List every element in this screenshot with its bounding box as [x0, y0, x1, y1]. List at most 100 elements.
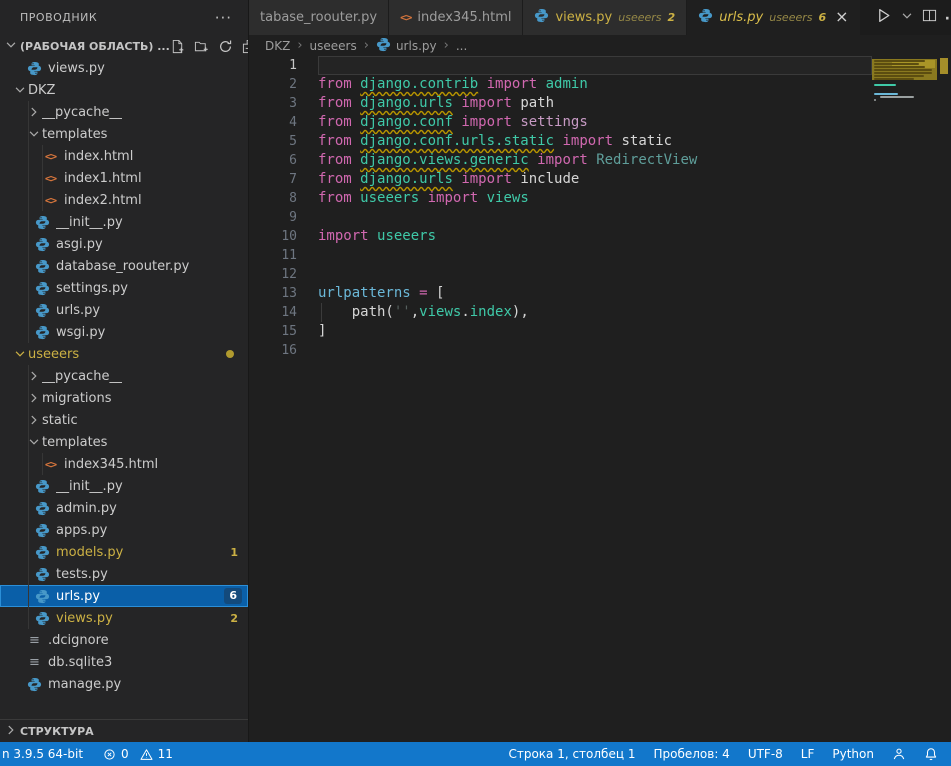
line-number: 16: [249, 341, 318, 360]
python-icon: [34, 611, 51, 626]
tree-folder-DKZ[interactable]: DKZ: [0, 79, 248, 101]
status-eol[interactable]: LF: [801, 747, 815, 761]
tree-folder-__pycache__[interactable]: __pycache__: [0, 101, 248, 123]
tree-file-index2.html[interactable]: <>index2.html: [0, 189, 248, 211]
workspace-section-header[interactable]: (РАБОЧАЯ ОБЛАСТЬ) ...: [0, 35, 248, 57]
code-line[interactable]: [318, 265, 872, 284]
code-line[interactable]: from django.conf import settings: [318, 113, 872, 132]
tree-file-.dcignore[interactable]: ≡.dcignore: [0, 629, 248, 651]
tree-file-apps.py[interactable]: apps.py: [0, 519, 248, 541]
tree-file-index1.html[interactable]: <>index1.html: [0, 167, 248, 189]
status-problems[interactable]: 011: [103, 747, 173, 761]
python-icon: [34, 501, 51, 516]
tree-file-urls.py[interactable]: urls.py: [0, 299, 248, 321]
html-icon: <>: [400, 10, 411, 25]
minimap-line: [874, 72, 932, 74]
code-line[interactable]: ]: [318, 322, 872, 341]
code-token: RedirectView: [596, 152, 697, 168]
status-cursor-position[interactable]: Строка 1, столбец 1: [508, 747, 635, 761]
tab-views[interactable]: views.pyuseeers2: [523, 0, 687, 35]
tree-file-manage.py[interactable]: manage.py: [0, 673, 248, 695]
code-line[interactable]: from useeers import views: [318, 189, 872, 208]
split-editor-button[interactable]: [920, 6, 939, 29]
tree-file-__init__.py[interactable]: __init__.py: [0, 475, 248, 497]
code-token: import: [537, 152, 596, 168]
tree-item-label: index.html: [64, 149, 133, 164]
status-encoding[interactable]: UTF-8: [748, 747, 783, 761]
code-line[interactable]: [318, 208, 872, 227]
line-number-gutter: 12345678910111213141516: [249, 56, 318, 360]
code-area[interactable]: from django.contrib import adminfrom dja…: [318, 56, 872, 360]
breadcrumb-separator: ›: [444, 38, 449, 53]
code-line[interactable]: import useeers: [318, 227, 872, 246]
overview-ruler[interactable]: [937, 56, 951, 742]
status-python-interpreter[interactable]: n 3.9.5 64-bit: [2, 747, 83, 761]
minimap-line: [874, 93, 898, 95]
tab-database-roouter[interactable]: tabase_roouter.py: [249, 0, 389, 35]
tree-item-label: index1.html: [64, 171, 142, 186]
chevron-down-icon: [26, 127, 42, 141]
tree-folder-templates[interactable]: templates: [0, 123, 248, 145]
tree-file-views.py[interactable]: views.py: [0, 57, 248, 79]
new-file-button[interactable]: [170, 39, 185, 54]
code-token: views: [419, 304, 461, 320]
status-indentation[interactable]: Пробелов: 4: [653, 747, 729, 761]
tree-file-wsgi.py[interactable]: wsgi.py: [0, 321, 248, 343]
code-line[interactable]: urlpatterns = [: [318, 284, 872, 303]
status-label: LF: [801, 747, 815, 761]
tree-item-label: wsgi.py: [56, 325, 105, 340]
tree-file-index345.html[interactable]: <>index345.html: [0, 453, 248, 475]
tree-file-__init__.py[interactable]: __init__.py: [0, 211, 248, 233]
tree-item-label: apps.py: [56, 523, 107, 538]
tree-file-views.py[interactable]: views.py2: [0, 607, 248, 629]
tree-file-tests.py[interactable]: tests.py: [0, 563, 248, 585]
tree-file-index.html[interactable]: <>index.html: [0, 145, 248, 167]
breadcrumb-segment[interactable]: urls.py: [376, 37, 437, 55]
tree-file-admin.py[interactable]: admin.py: [0, 497, 248, 519]
status-language-mode[interactable]: Python: [832, 747, 874, 761]
tree-folder-migrations[interactable]: migrations: [0, 387, 248, 409]
code-editor[interactable]: 12345678910111213141516 from django.cont…: [249, 56, 951, 742]
explorer-toolbar: [170, 39, 249, 54]
tab-urls[interactable]: urls.pyuseeers6×: [687, 0, 860, 35]
code-line[interactable]: [318, 246, 872, 265]
tree-folder-__pycache__[interactable]: __pycache__: [0, 365, 248, 387]
line-number: 12: [249, 265, 318, 284]
outline-section-header[interactable]: СТРУКТУРА: [0, 719, 248, 742]
tree-file-settings.py[interactable]: settings.py: [0, 277, 248, 299]
more-actions-button[interactable]: ···: [943, 6, 951, 29]
breadcrumb-segment[interactable]: DKZ: [265, 39, 290, 53]
code-line[interactable]: from django.conf.urls.static import stat…: [318, 132, 872, 151]
refresh-explorer-button[interactable]: [218, 39, 233, 54]
status-notifications[interactable]: [924, 747, 938, 761]
code-line[interactable]: from django.contrib import admin: [318, 75, 872, 94]
breadcrumb-segment[interactable]: useeers: [310, 39, 357, 53]
code-line[interactable]: from django.urls import path: [318, 94, 872, 113]
run-button[interactable]: [873, 5, 894, 30]
code-line[interactable]: [318, 341, 872, 360]
tree-file-database_roouter.py[interactable]: database_roouter.py: [0, 255, 248, 277]
tree-file-models.py[interactable]: models.py1: [0, 541, 248, 563]
status-feedback[interactable]: [892, 747, 906, 761]
explorer-more-actions-icon[interactable]: ···: [215, 13, 232, 23]
tree-folder-static[interactable]: static: [0, 409, 248, 431]
breadcrumb-segment[interactable]: ...: [456, 39, 467, 53]
code-line[interactable]: from django.views.generic import Redirec…: [318, 151, 872, 170]
tree-item-label: templates: [42, 435, 107, 450]
status-label: Пробелов: 4: [653, 747, 729, 761]
new-folder-button[interactable]: [194, 39, 209, 54]
collapse-folders-button[interactable]: [242, 39, 249, 54]
minimap[interactable]: [872, 56, 937, 196]
code-line[interactable]: from django.urls import include: [318, 170, 872, 189]
tab-index345[interactable]: <>index345.html: [389, 0, 523, 35]
close-icon[interactable]: ×: [832, 10, 848, 26]
tree-file-urls.py[interactable]: urls.py6: [0, 585, 248, 607]
tree-file-asgi.py[interactable]: asgi.py: [0, 233, 248, 255]
tree-file-db.sqlite3[interactable]: ≡db.sqlite3: [0, 651, 248, 673]
tree-folder-templates[interactable]: templates: [0, 431, 248, 453]
run-dropdown-button[interactable]: [898, 6, 916, 29]
code-line[interactable]: [318, 56, 872, 75]
code-line[interactable]: path('',views.index),: [318, 303, 872, 322]
python-icon: [698, 8, 713, 27]
tree-folder-useeers[interactable]: useeers: [0, 343, 248, 365]
